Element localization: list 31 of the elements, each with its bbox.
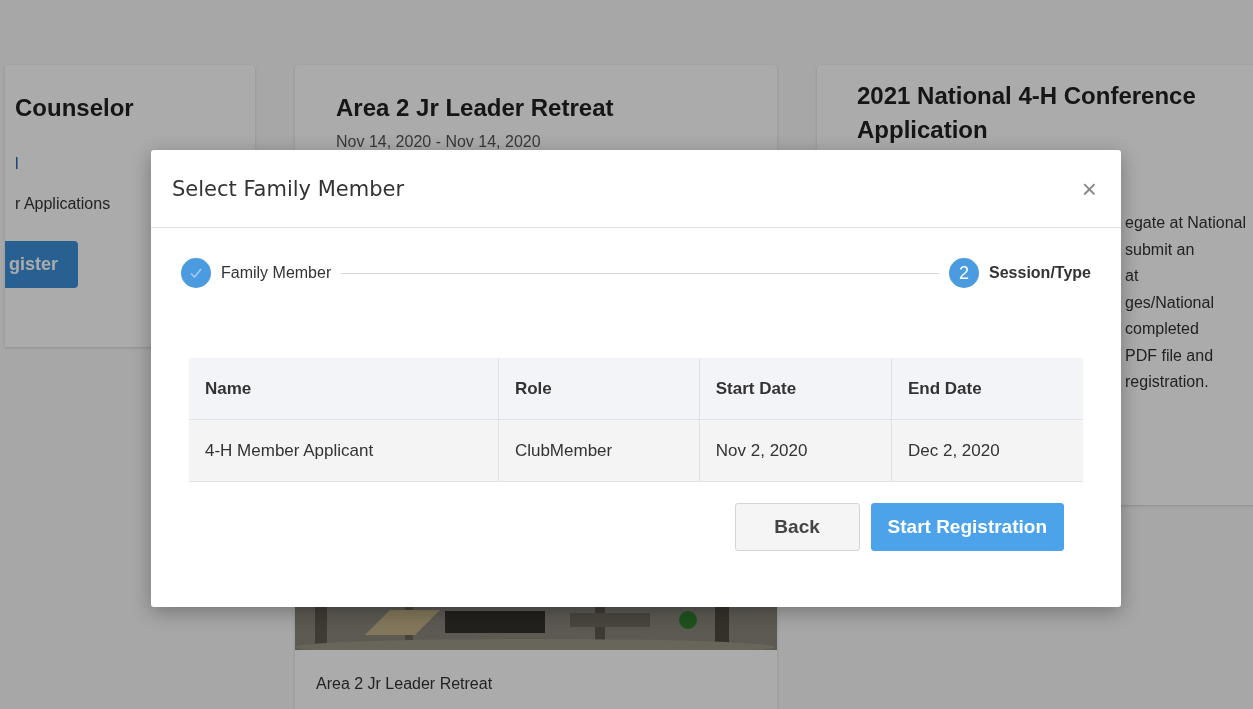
card-text: r Applications (15, 195, 111, 213)
card-text-line: PDF file and (1125, 345, 1214, 366)
card-caption: Area 2 Jr Leader Retreat (316, 675, 493, 693)
table-cell: Dec 2, 2020 (891, 419, 1083, 482)
back-button[interactable]: Back (734, 503, 860, 551)
register-button[interactable]: gister (5, 241, 78, 288)
step-label: Family Member (221, 264, 332, 282)
card-title: Area 2 Jr Leader Retreat (335, 93, 614, 123)
table-cell: ClubMember (498, 419, 700, 482)
card-title: 2021 National 4-H Conference Application (857, 81, 1197, 145)
step-label: Session/Type (989, 264, 1091, 282)
column-header: Start Date (699, 358, 892, 420)
table-cell: 4-H Member Applicant (189, 419, 499, 482)
column-header: End Date (891, 358, 1083, 420)
card-text-line: ges/National (1125, 292, 1214, 313)
card-text-line: submit an (1125, 239, 1195, 260)
card-text-line: egate at National (1125, 213, 1246, 233)
column-header: Role (498, 358, 700, 420)
close-button[interactable]: × (1077, 175, 1101, 202)
step-number: 2 (949, 258, 980, 288)
dialog-title: Select Family Member (172, 176, 405, 201)
card-text-line: completed (1125, 319, 1199, 339)
column-header: Name (189, 358, 499, 420)
card-text-line: at (1125, 266, 1139, 286)
card-text-line: registration. (1125, 372, 1209, 392)
table-cell: Nov 2, 2020 (699, 419, 892, 482)
check-icon (189, 267, 203, 279)
card-link[interactable]: l (15, 155, 19, 173)
card-dates: Nov 14, 2020 - Nov 14, 2020 (336, 133, 541, 151)
card-title: Counselor (15, 93, 134, 123)
start-registration-button[interactable]: Start Registration (870, 503, 1064, 551)
